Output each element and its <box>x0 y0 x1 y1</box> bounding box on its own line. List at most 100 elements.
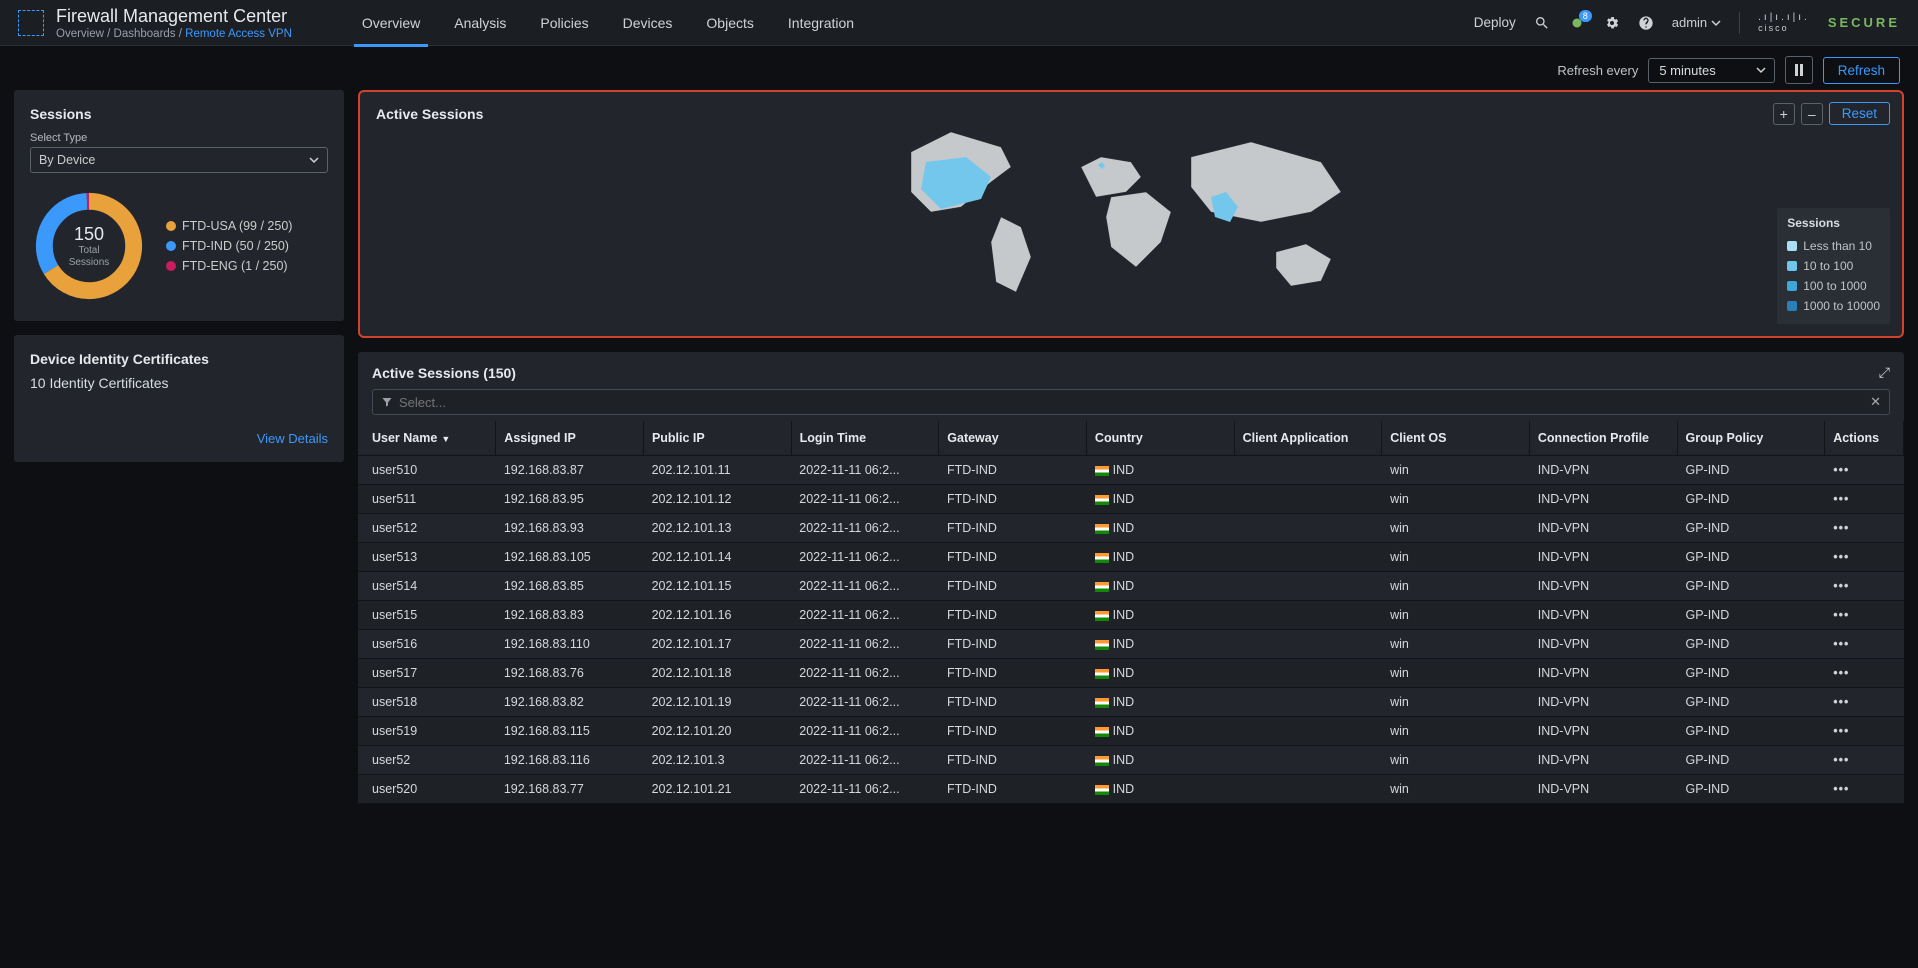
cell-gateway: FTD-IND <box>939 514 1087 543</box>
cell-client-app <box>1234 485 1382 514</box>
crumb-current: Remote Access VPN <box>185 28 292 40</box>
zoom-out-button[interactable]: – <box>1801 103 1823 125</box>
cell-client-app <box>1234 775 1382 804</box>
row-actions-button[interactable]: ••• <box>1833 666 1849 680</box>
zoom-in-button[interactable]: + <box>1773 103 1795 125</box>
th-assigned-ip[interactable]: Assigned IP <box>496 421 644 456</box>
th-client-app[interactable]: Client Application <box>1234 421 1382 456</box>
table-search[interactable]: ✕ <box>372 389 1890 415</box>
row-actions-button[interactable]: ••• <box>1833 608 1849 622</box>
cell-actions: ••• <box>1825 543 1904 572</box>
filter-icon <box>381 396 393 408</box>
table-row[interactable]: user511192.168.83.95202.12.101.122022-11… <box>358 485 1904 514</box>
active-sessions-table-panel: Active Sessions (150) ⤢ ✕ User Name▼ Ass… <box>358 352 1904 804</box>
cell-client-app <box>1234 717 1382 746</box>
legend-label: 100 to 1000 <box>1803 279 1866 293</box>
alerts-icon[interactable]: 8 <box>1568 14 1586 32</box>
crumb-dashboards[interactable]: Dashboards <box>114 28 176 40</box>
th-actions[interactable]: Actions <box>1825 421 1904 456</box>
chevron-down-icon <box>1756 65 1766 75</box>
gear-icon[interactable] <box>1604 15 1620 31</box>
cell-actions: ••• <box>1825 688 1904 717</box>
flag-icon <box>1095 698 1109 708</box>
cell-user: user510 <box>358 456 496 485</box>
cell-country: IND <box>1087 630 1235 659</box>
cell-client-os: win <box>1382 717 1530 746</box>
expand-icon[interactable]: ⤢ <box>1879 364 1890 381</box>
table-row[interactable]: user520192.168.83.77202.12.101.212022-11… <box>358 775 1904 804</box>
cell-group-policy: GP-IND <box>1677 572 1825 601</box>
cell-client-app <box>1234 514 1382 543</box>
deploy-button[interactable]: Deploy <box>1474 15 1516 30</box>
row-actions-button[interactable]: ••• <box>1833 782 1849 796</box>
refresh-interval-select[interactable]: 5 minutes <box>1648 58 1774 83</box>
table-row[interactable]: user514192.168.83.85202.12.101.152022-11… <box>358 572 1904 601</box>
table-row[interactable]: user513192.168.83.105202.12.101.142022-1… <box>358 543 1904 572</box>
reset-button[interactable]: Reset <box>1829 102 1890 125</box>
row-actions-button[interactable]: ••• <box>1833 550 1849 564</box>
nav-integration[interactable]: Integration <box>788 3 854 43</box>
table-row[interactable]: user52192.168.83.116202.12.101.32022-11-… <box>358 746 1904 775</box>
row-actions-button[interactable]: ••• <box>1833 492 1849 506</box>
row-actions-button[interactable]: ••• <box>1833 579 1849 593</box>
row-actions-button[interactable]: ••• <box>1833 724 1849 738</box>
cell-public-ip: 202.12.101.15 <box>644 572 792 601</box>
cell-login: 2022-11-11 06:2... <box>791 456 939 485</box>
th-public-ip[interactable]: Public IP <box>643 421 791 456</box>
devcert-view-details-link[interactable]: View Details <box>30 431 328 446</box>
th-gateway[interactable]: Gateway <box>939 421 1087 456</box>
cell-user: user519 <box>358 717 496 746</box>
pause-button[interactable] <box>1785 56 1813 84</box>
pause-icon <box>1794 64 1804 76</box>
cell-client-os: win <box>1382 514 1530 543</box>
refresh-button[interactable]: Refresh <box>1823 57 1900 84</box>
nav-overview[interactable]: Overview <box>362 3 420 43</box>
search-icon[interactable] <box>1534 15 1550 31</box>
nav-policies[interactable]: Policies <box>540 3 588 43</box>
cell-group-policy: GP-IND <box>1677 775 1825 804</box>
table-row[interactable]: user516192.168.83.110202.12.101.172022-1… <box>358 630 1904 659</box>
select-type-dropdown[interactable]: By Device <box>30 147 328 173</box>
nav-analysis[interactable]: Analysis <box>454 3 506 43</box>
flag-icon <box>1095 582 1109 592</box>
cell-conn-profile: IND-VPN <box>1530 456 1678 485</box>
select-type-label: Select Type <box>30 132 328 144</box>
row-actions-button[interactable]: ••• <box>1833 521 1849 535</box>
th-login-time[interactable]: Login Time <box>791 421 939 456</box>
search-input[interactable] <box>399 395 1864 410</box>
row-actions-button[interactable]: ••• <box>1833 463 1849 477</box>
th-country[interactable]: Country <box>1086 421 1234 456</box>
cell-client-os: win <box>1382 688 1530 717</box>
user-menu[interactable]: admin <box>1672 15 1721 30</box>
row-actions-button[interactable]: ••• <box>1833 753 1849 767</box>
row-actions-button[interactable]: ••• <box>1833 637 1849 651</box>
cell-user: user511 <box>358 485 496 514</box>
cell-user: user516 <box>358 630 496 659</box>
cell-client-app <box>1234 688 1382 717</box>
cell-public-ip: 202.12.101.3 <box>644 746 792 775</box>
donut-label1: Total <box>78 245 99 257</box>
th-client-os[interactable]: Client OS <box>1382 421 1530 456</box>
crumb-overview[interactable]: Overview <box>56 28 104 40</box>
th-conn-profile[interactable]: Connection Profile <box>1529 421 1677 456</box>
table-row[interactable]: user517192.168.83.76202.12.101.182022-11… <box>358 659 1904 688</box>
th-group-policy[interactable]: Group Policy <box>1677 421 1825 456</box>
refresh-label: Refresh every <box>1557 63 1638 78</box>
help-icon[interactable] <box>1638 15 1654 31</box>
table-row[interactable]: user515192.168.83.83202.12.101.162022-11… <box>358 601 1904 630</box>
cell-conn-profile: IND-VPN <box>1530 601 1678 630</box>
world-map[interactable] <box>881 122 1381 322</box>
table-row[interactable]: user518192.168.83.82202.12.101.192022-11… <box>358 688 1904 717</box>
flag-icon <box>1095 495 1109 505</box>
cell-actions: ••• <box>1825 572 1904 601</box>
clear-icon[interactable]: ✕ <box>1870 394 1881 410</box>
table-row[interactable]: user512192.168.83.93202.12.101.132022-11… <box>358 514 1904 543</box>
table-row[interactable]: user510192.168.83.87202.12.101.112022-11… <box>358 456 1904 485</box>
table-row[interactable]: user519192.168.83.115202.12.101.202022-1… <box>358 717 1904 746</box>
nav-devices[interactable]: Devices <box>623 3 673 43</box>
th-username[interactable]: User Name▼ <box>358 421 496 456</box>
cell-group-policy: GP-IND <box>1677 688 1825 717</box>
cell-login: 2022-11-11 06:2... <box>791 659 939 688</box>
row-actions-button[interactable]: ••• <box>1833 695 1849 709</box>
nav-objects[interactable]: Objects <box>706 3 753 43</box>
